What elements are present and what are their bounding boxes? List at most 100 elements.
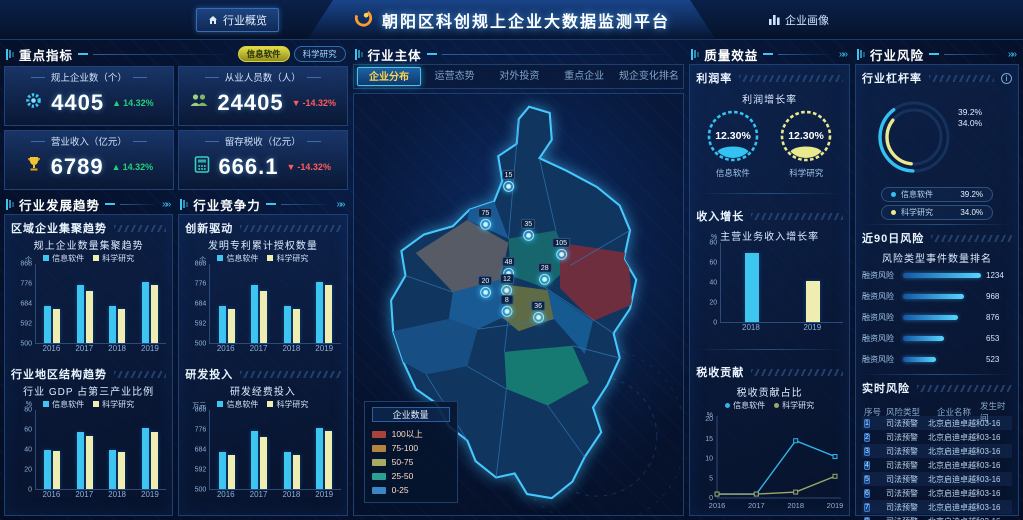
section-dash	[105, 203, 115, 205]
chart-card: 区域企业集聚趋势 规上企业数量集聚趋势信息软件科学研究个500592684776…	[11, 219, 166, 365]
chart-title: 规上企业数量集聚趋势	[11, 237, 166, 252]
expand-arrows-icon[interactable]: »»	[1008, 49, 1017, 60]
bar-group[interactable]	[210, 264, 243, 343]
bar-group[interactable]	[210, 410, 243, 489]
bar-group[interactable]	[134, 410, 167, 489]
bar-group[interactable]	[101, 264, 134, 343]
kpi-card[interactable]: 规上企业数（个）4405▲14.32%	[4, 66, 174, 126]
bar-group[interactable]	[721, 243, 782, 322]
time-cell: 03-16	[980, 503, 1010, 512]
quality-panel: 利润率 利润增长率 12.30%信息软件12.30%科学研究 收入增长 主营业务…	[689, 64, 850, 516]
table-row[interactable]: 5司法预警北京启迪卓越科技有限公司03-16	[862, 472, 1012, 486]
subpanel-header: 实时风险	[862, 379, 1012, 397]
realtime-risk-block: 实时风险 序号风险类型企业名称发生时间1司法预警北京启迪卓越科技有限公司03-1…	[862, 379, 1012, 520]
bar-group[interactable]	[69, 264, 102, 343]
hbar-row[interactable]: 融资风险523	[862, 349, 1012, 370]
bar-group[interactable]	[243, 410, 276, 489]
hbar-row[interactable]: 融资风险876	[862, 307, 1012, 328]
expand-arrows-icon[interactable]: »»	[839, 49, 848, 60]
nav-industry-overview[interactable]: 行业概览	[196, 8, 279, 32]
filter-info-software[interactable]: 信息软件	[238, 46, 290, 62]
nav-enterprise-portrait[interactable]: 企业画像	[758, 8, 840, 32]
table-row[interactable]: 4司法预警北京启迪卓越科技有限公司03-16	[862, 458, 1012, 472]
map-legend-item: 0-25	[372, 483, 450, 497]
expand-arrows-icon[interactable]: »»	[162, 199, 171, 210]
tab-3[interactable]: 重点企业	[553, 67, 616, 86]
map-marker[interactable]: 20	[479, 276, 493, 298]
kpi-card[interactable]: 从业人员数（人）24405▼-14.32%	[178, 66, 348, 126]
bar-group[interactable]	[782, 243, 843, 322]
legend-label: 100以上	[392, 428, 423, 440]
map-marker[interactable]: 35	[521, 219, 535, 241]
table-row[interactable]: 3司法预警北京启迪卓越科技有限公司03-16	[862, 444, 1012, 458]
subpanel-header: 近90日风险	[862, 229, 1012, 247]
map-legend-item: 75-100	[372, 441, 450, 455]
map-marker[interactable]: 36	[531, 301, 545, 323]
bar-group[interactable]	[36, 410, 69, 489]
hbar-row[interactable]: 融资风险653	[862, 328, 1012, 349]
hbar-row[interactable]: 融资风险1234	[862, 265, 1012, 286]
bar-group[interactable]	[101, 410, 134, 489]
leverage-legend-pill[interactable]: 科学研究34.0%	[881, 205, 993, 220]
gdp-share-chart: 行业 GDP 占第三产业比例信息软件科学研究%02040608020162017…	[11, 383, 166, 502]
time-cell: 03-16	[980, 461, 1010, 470]
tab-1[interactable]: 运营态势	[423, 67, 486, 86]
map-marker[interactable]: 15	[502, 170, 516, 192]
marker-beacon-icon	[539, 274, 550, 285]
hbar-row[interactable]: 融资风险968	[862, 286, 1012, 307]
section-deco-icon	[6, 49, 14, 60]
kpi-card[interactable]: 留存税收（亿元）666.1▼-14.32%	[178, 130, 348, 190]
svg-text:%: %	[706, 412, 712, 419]
row-number-badge: 6	[864, 489, 870, 498]
info-icon[interactable]: i	[1001, 73, 1012, 84]
map-marker[interactable]: 75	[479, 208, 493, 230]
section-dash	[78, 53, 88, 55]
bar-group[interactable]	[275, 264, 308, 343]
leverage-ring-chart: 39.2%34.0%	[862, 87, 1012, 185]
subpanel-header: 行业杠杆率 i	[862, 69, 1012, 87]
subpanel-header: 收入增长	[696, 207, 843, 225]
map-marker[interactable]: 12	[500, 273, 514, 295]
bar-group[interactable]	[275, 410, 308, 489]
tab-0[interactable]: 企业分布	[357, 67, 422, 86]
arrow-up-icon: ▲	[112, 98, 121, 108]
leverage-legend-pill[interactable]: 信息软件39.2%	[881, 187, 993, 202]
company-name-cell: 北京启迪卓越科技有限公司	[928, 418, 980, 429]
bar-group[interactable]	[243, 264, 276, 343]
table-row[interactable]: 8司法预警北京启迪卓越科技有限公司03-16	[862, 514, 1012, 520]
table-row[interactable]: 7司法预警北京启迪卓越科技有限公司03-16	[862, 500, 1012, 514]
section-deco-icon	[691, 49, 699, 60]
calculator-icon	[194, 156, 210, 178]
table-row[interactable]: 2司法预警北京启迪卓越科技有限公司03-16	[862, 430, 1012, 444]
divider	[862, 224, 1012, 225]
chart-title: 税收贡献占比	[696, 384, 843, 399]
bar-chart-icon	[769, 15, 780, 25]
tab-4[interactable]: 规企变化排名	[617, 67, 680, 86]
bar-group[interactable]	[308, 410, 341, 489]
tab-2[interactable]: 对外投资	[488, 67, 551, 86]
expand-arrows-icon[interactable]: »»	[336, 199, 345, 210]
quality-header: 质量效益 »»	[689, 44, 850, 64]
bar-group[interactable]	[36, 264, 69, 343]
marker-value: 48	[502, 257, 516, 267]
bar-group[interactable]	[134, 264, 167, 343]
marker-value: 15	[502, 170, 516, 180]
plot-area	[35, 264, 166, 344]
company-name-cell: 北京启迪卓越科技有限公司	[928, 516, 980, 520]
dev-trend-header: 行业发展趋势 »»	[4, 194, 173, 214]
table-row[interactable]: 6司法预警北京启迪卓越科技有限公司03-16	[862, 486, 1012, 500]
bar-group[interactable]	[308, 264, 341, 343]
subpanel-header: 创新驱动	[185, 219, 340, 237]
kpi-card[interactable]: 营业收入（亿元）6789▲14.32%	[4, 130, 174, 190]
filter-sci-research[interactable]: 科学研究	[294, 46, 346, 62]
map-marker[interactable]: 8	[500, 294, 513, 316]
kpi-delta: ▲14.32%	[112, 162, 153, 172]
bar-group[interactable]	[69, 410, 102, 489]
dashboard: 行业概览 朝阳区科创规上企业大数据监测平台 企业画像 重点指标 信息软件 科学研…	[0, 0, 1023, 520]
map-marker[interactable]: 105	[552, 238, 570, 260]
map-marker[interactable]: 28	[538, 263, 552, 285]
table-row[interactable]: 1司法预警北京启迪卓越科技有限公司03-16	[862, 416, 1012, 430]
table-header-row: 序号风险类型企业名称发生时间	[862, 400, 1012, 416]
gauge-ring-icon: 12.30%	[703, 108, 763, 166]
realtime-risk-table: 序号风险类型企业名称发生时间1司法预警北京启迪卓越科技有限公司03-162司法预…	[862, 400, 1012, 520]
